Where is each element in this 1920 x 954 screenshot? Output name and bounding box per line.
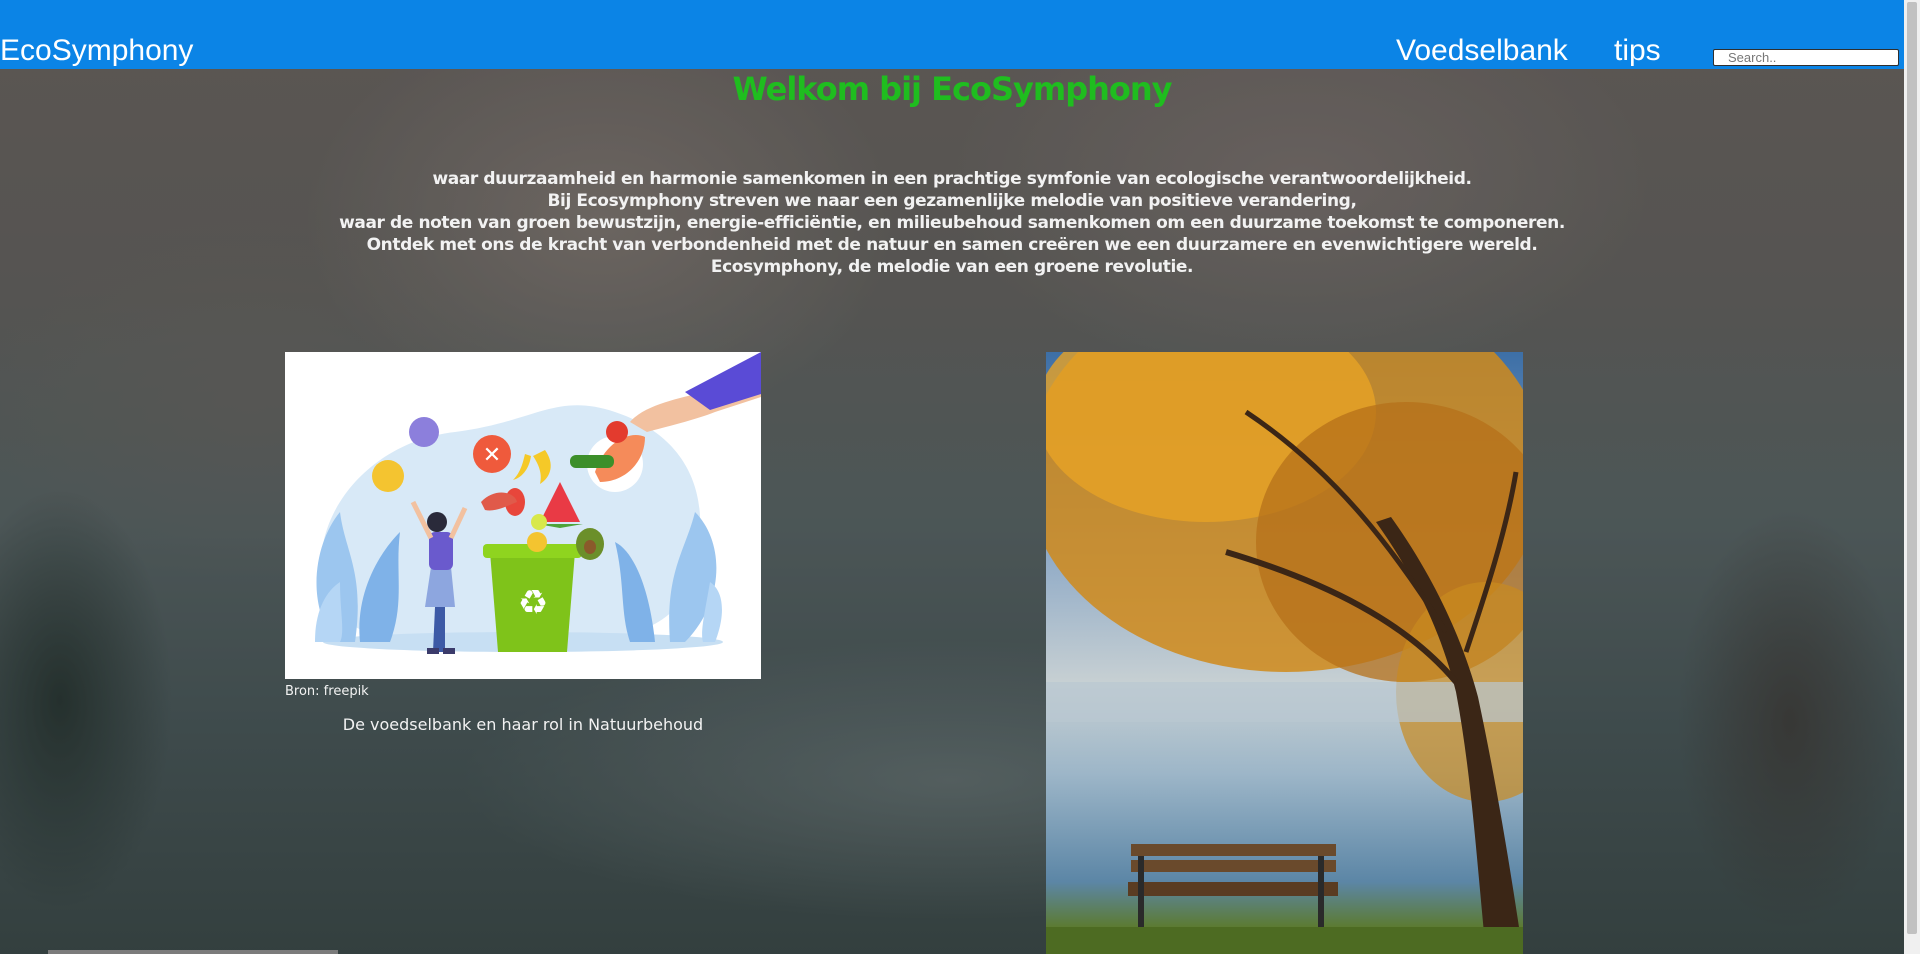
- nav-link-tips[interactable]: tips: [1614, 34, 1661, 68]
- image-source-caption: Bron: freepik: [285, 684, 369, 699]
- nav-link-voedselbank[interactable]: Voedselbank: [1396, 34, 1568, 68]
- intro-text: waar duurzaamheid en harmonie samenkomen…: [0, 168, 1904, 278]
- intro-line: Ontdek met ons de kracht van verbondenhe…: [366, 235, 1538, 255]
- search-input[interactable]: [1713, 49, 1899, 66]
- svg-text:✕: ✕: [483, 443, 501, 468]
- vertical-scrollbar[interactable]: [1904, 0, 1920, 954]
- scrollbar-thumb[interactable]: [1907, 2, 1917, 934]
- horizontal-scroll-indicator[interactable]: [48, 950, 338, 954]
- brand-logo-text[interactable]: EcoSymphony: [0, 34, 193, 68]
- svg-text:♻: ♻: [518, 583, 548, 623]
- intro-line: waar duurzaamheid en harmonie samenkomen…: [432, 169, 1472, 189]
- intro-line: Bij Ecosymphony streven we naar een geza…: [547, 191, 1357, 211]
- food-waste-illustration: ♻ ✕: [285, 352, 761, 679]
- page-title: Welkom bij EcoSymphony: [732, 70, 1172, 108]
- intro-line: waar de noten van groen bewustzijn, ener…: [339, 213, 1565, 233]
- article-link-voedselbank[interactable]: De voedselbank en haar rol in Natuurbeho…: [285, 715, 761, 734]
- autumn-tree-photo: [1046, 352, 1523, 954]
- top-navbar: EcoSymphony Voedselbank tips: [0, 0, 1904, 69]
- intro-line: Ecosymphony, de melodie van een groene r…: [710, 257, 1194, 277]
